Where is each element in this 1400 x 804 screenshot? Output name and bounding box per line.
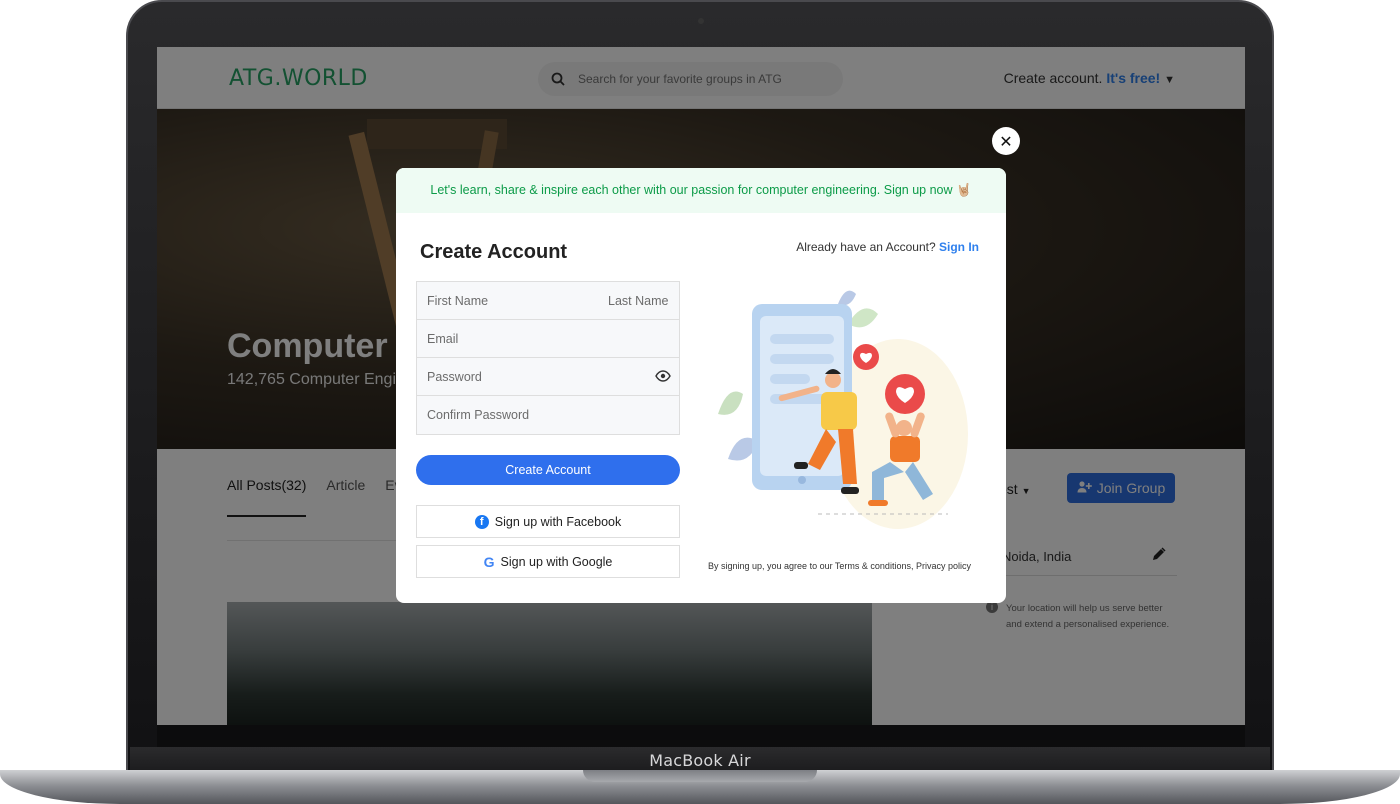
email-field[interactable] [417, 320, 679, 357]
screen: ATG.WORLD Create account. It's free! ▼ C… [157, 47, 1245, 725]
camera-dot [698, 18, 704, 24]
password-field[interactable] [417, 358, 679, 395]
signup-illustration [718, 290, 968, 529]
google-signup-label: Sign up with Google [500, 554, 613, 569]
google-icon: G [483, 553, 495, 570]
password-row [417, 358, 679, 396]
facebook-signup-label: Sign up with Facebook [494, 514, 622, 529]
sign-in-link[interactable]: Sign In [939, 240, 979, 254]
facebook-icon: f [474, 514, 489, 529]
first-name-field[interactable] [417, 282, 598, 319]
laptop-notch [583, 770, 817, 782]
terms-text: By signing up, you agree to our Terms & … [708, 561, 971, 571]
signup-banner: Let's learn, share & inspire each other … [396, 168, 1006, 213]
screen-bezel [157, 725, 1245, 747]
facebook-signup-button[interactable]: f Sign up with Facebook [416, 505, 680, 538]
confirm-password-field[interactable] [417, 396, 679, 434]
signin-prompt: Already have an Account? Sign In [796, 240, 979, 254]
signup-form [416, 281, 779, 435]
close-modal-button[interactable]: ✕ [992, 127, 1020, 155]
eye-icon[interactable] [655, 369, 671, 387]
already-have-account-text: Already have an Account? [796, 240, 936, 254]
name-row [417, 282, 779, 320]
close-icon: ✕ [999, 131, 1013, 151]
google-signup-button[interactable]: G Sign up with Google [416, 545, 680, 578]
create-account-modal: Let's learn, share & inspire each other … [396, 168, 1006, 603]
email-row [417, 320, 679, 358]
modal-title: Create Account [420, 241, 568, 263]
confirm-password-row [417, 396, 679, 434]
create-account-button[interactable]: Create Account [416, 455, 680, 485]
